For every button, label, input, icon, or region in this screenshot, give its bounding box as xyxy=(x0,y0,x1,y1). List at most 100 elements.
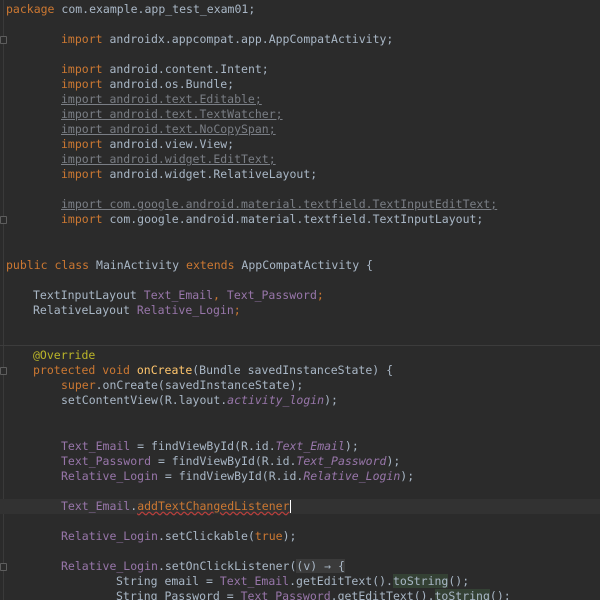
field-name: Text_Email xyxy=(143,288,214,302)
code-line-package[interactable]: package com.example.app_test_exam01; xyxy=(6,2,255,17)
code-line-import-relativelayout[interactable]: import android.widget.RelativeLayout; xyxy=(61,167,317,182)
call-end: ); xyxy=(344,439,359,453)
code-line-string-password[interactable]: String Password = Text_Password.getEditT… xyxy=(116,589,511,600)
semicolon: ; xyxy=(233,303,241,317)
field-name: Text_Password xyxy=(61,454,152,468)
code-line-import-edittext[interactable]: import android.widget.EditText; xyxy=(61,152,276,167)
fold-marker-icon[interactable] xyxy=(0,36,7,44)
call-end: ); xyxy=(324,393,338,407)
import-path: android.view.View; xyxy=(102,137,235,151)
keyword: void xyxy=(95,363,137,377)
resource-id: Relative_Login xyxy=(303,469,401,483)
code-line-findview-login[interactable]: Relative_Login = findViewById(R.id.Relat… xyxy=(61,469,414,484)
code-line-class-declaration[interactable]: public class MainActivity extends AppCom… xyxy=(6,258,373,273)
code-line-import-appcompat[interactable]: import androidx.appcompat.app.AppCompatA… xyxy=(61,32,393,47)
field-name: Text_Email xyxy=(219,574,290,588)
keyword: package xyxy=(6,2,55,16)
package-name: com.example.app_test_exam01; xyxy=(54,2,256,16)
text-caret xyxy=(289,500,291,513)
keyword: import xyxy=(61,212,103,226)
field-name: Relative_Login xyxy=(61,529,158,543)
parent-class: AppCompatActivity { xyxy=(241,258,373,272)
import-path: android.content.Intent; xyxy=(102,62,269,76)
code-line-import-textwatcher[interactable]: import android.text.TextWatcher; xyxy=(61,107,283,122)
keyword: import xyxy=(61,62,103,76)
import-path: android.widget.RelativeLayout; xyxy=(102,167,318,181)
class-name: MainActivity xyxy=(96,258,180,272)
call: .getEditText(). xyxy=(330,589,435,600)
field-name: Relative_Login xyxy=(61,559,158,573)
field-name: Text_Password xyxy=(226,288,317,302)
field-name: Relative_Login xyxy=(136,303,234,317)
call-end: (); xyxy=(448,574,470,588)
call: = findViewById(R.id. xyxy=(157,469,304,483)
semicolon: ; xyxy=(316,288,324,302)
call-end: ); xyxy=(386,454,401,468)
call: .getEditText(). xyxy=(289,574,393,588)
call-end: ); xyxy=(400,469,415,483)
code-editor[interactable]: package com.example.app_test_exam01; imp… xyxy=(0,0,600,600)
call-end: (); xyxy=(489,589,511,600)
keyword: import xyxy=(61,137,103,151)
fold-marker-icon[interactable] xyxy=(0,367,7,375)
code-line-import-intent[interactable]: import android.content.Intent; xyxy=(61,62,269,77)
code-line-setclickable[interactable]: Relative_Login.setClickable(true); xyxy=(61,529,296,544)
method-params: (Bundle savedInstanceState) { xyxy=(192,363,394,377)
field-name: Text_Password xyxy=(240,589,331,600)
keyword: extends xyxy=(179,258,242,272)
import-path: android.os.Bundle; xyxy=(102,77,235,91)
keyword: public xyxy=(6,258,48,272)
call: setContentView(R.layout. xyxy=(61,393,228,407)
highlighted-call: toString xyxy=(434,589,490,600)
separator: , xyxy=(213,288,227,302)
call: .setOnClickListener( xyxy=(157,559,297,573)
type-name: TextInputLayout xyxy=(33,288,144,302)
highlighted-call: toString xyxy=(392,574,449,588)
resource-id: Text_Password xyxy=(296,454,387,468)
type-name: RelativeLayout xyxy=(33,303,137,317)
code-line-setcontentview[interactable]: setContentView(R.layout.activity_login); xyxy=(61,393,338,408)
field-name: Relative_Login xyxy=(61,469,158,483)
code-line-import-bundle[interactable]: import android.os.Bundle; xyxy=(61,77,234,92)
keyword: true xyxy=(254,529,283,543)
code-line-setonclicklistener[interactable]: Relative_Login.setOnClickListener((v) → … xyxy=(61,559,345,574)
keyword: protected xyxy=(33,363,96,377)
code-line-findview-email[interactable]: Text_Email = findViewById(R.id.Text_Emai… xyxy=(61,439,359,454)
method-name: onCreate xyxy=(136,363,193,377)
resource-id: activity_login xyxy=(227,393,325,407)
field-name: Text_Email xyxy=(61,439,131,453)
declaration: String email = xyxy=(116,574,220,588)
call-end: ); xyxy=(282,529,297,543)
fold-marker-icon[interactable] xyxy=(0,563,7,571)
code-line-override-annotation[interactable]: @Override xyxy=(33,348,95,363)
error-method-call: addTextChangedListener xyxy=(137,499,290,513)
code-line-import-nocopyspan[interactable]: import android.text.NoCopySpan; xyxy=(61,122,276,137)
code-line-oncreate-signature[interactable]: protected void onCreate(Bundle savedInst… xyxy=(33,363,393,378)
keyword: import xyxy=(61,77,103,91)
code-line-findview-password[interactable]: Text_Password = findViewById(R.id.Text_P… xyxy=(61,454,400,469)
code-line-import-editable[interactable]: import android.text.Editable; xyxy=(61,92,262,107)
code-line-field-decl-inputs[interactable]: TextInputLayout Text_Email, Text_Passwor… xyxy=(33,288,324,303)
method-separator xyxy=(0,345,600,346)
code-line-import-textinputedittext[interactable]: import com.google.android.material.textf… xyxy=(61,197,497,212)
call: .onCreate(savedInstanceState); xyxy=(95,378,304,392)
field-name: Text_Email xyxy=(61,499,131,513)
declaration: String Password = xyxy=(116,589,241,600)
call: = findViewById(R.id. xyxy=(151,454,297,468)
fold-marker-icon[interactable] xyxy=(0,216,7,224)
code-line-super-oncreate[interactable]: super.onCreate(savedInstanceState); xyxy=(61,378,303,393)
code-line-add-text-changed-listener[interactable]: Text_Email.addTextChangedListener xyxy=(61,499,291,514)
keyword: super xyxy=(61,378,96,392)
lambda-fold[interactable]: (v) → { xyxy=(296,559,345,573)
code-line-string-email[interactable]: String email = Text_Email.getEditText().… xyxy=(116,574,469,589)
keyword: import xyxy=(61,167,103,181)
code-line-import-textinputlayout[interactable]: import com.google.android.material.textf… xyxy=(61,212,483,227)
code-line-import-view[interactable]: import android.view.View; xyxy=(61,137,234,152)
code-line-field-decl-layout[interactable]: RelativeLayout Relative_Login; xyxy=(33,303,241,318)
keyword: class xyxy=(47,258,97,272)
call: .setClickable( xyxy=(157,529,255,543)
resource-id: Text_Email xyxy=(275,439,345,453)
keyword: import xyxy=(61,32,103,46)
import-path: com.google.android.material.textfield.Te… xyxy=(102,212,484,226)
import-path: androidx.appcompat.app.AppCompatActivity… xyxy=(102,32,394,46)
